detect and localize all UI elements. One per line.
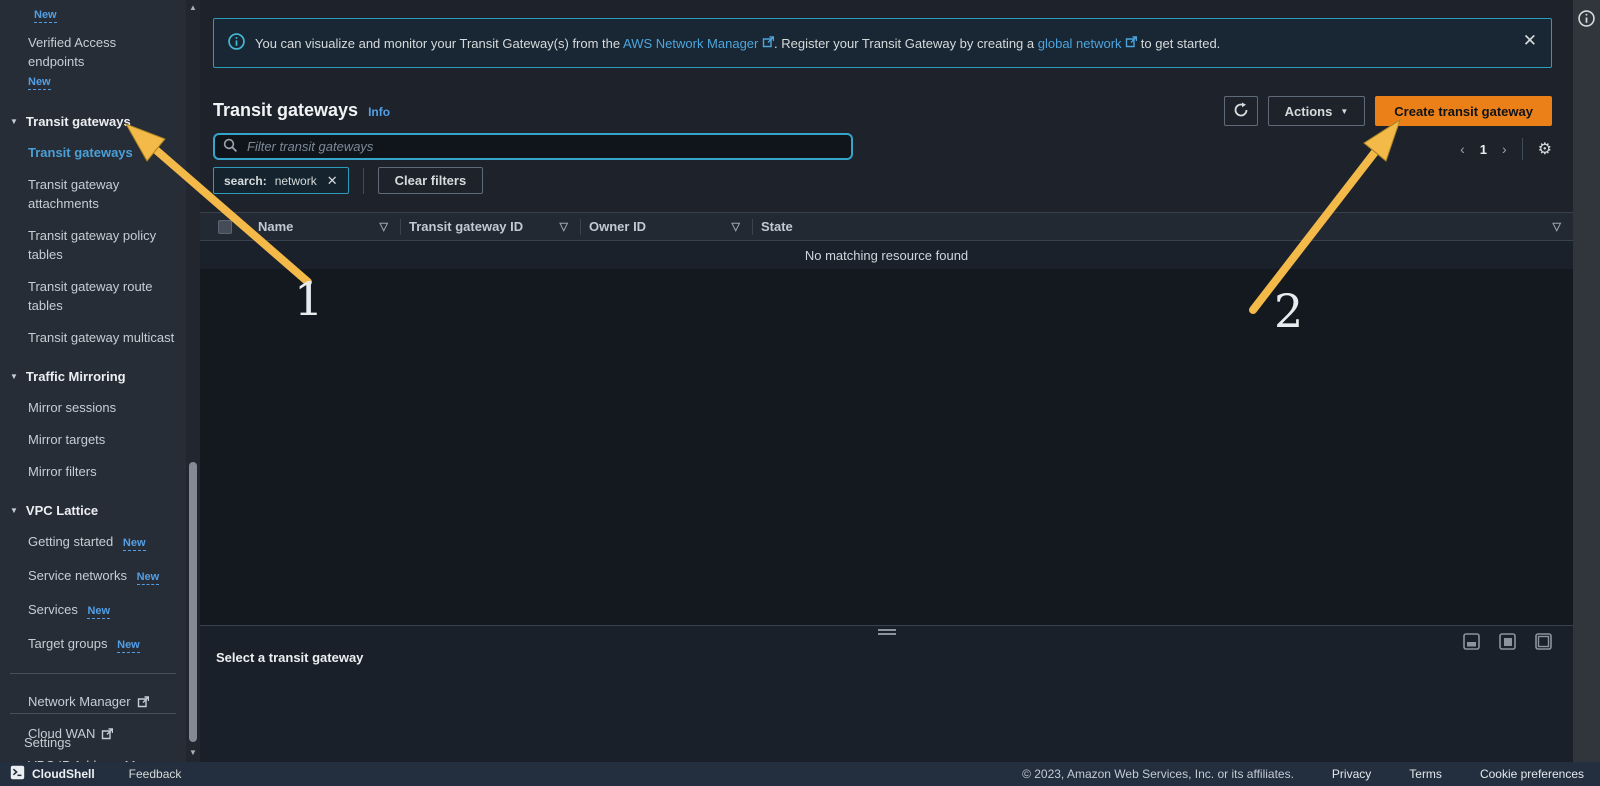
new-badge: New — [137, 571, 160, 585]
refresh-button[interactable] — [1224, 96, 1258, 126]
cloudshell-button[interactable]: CloudShell — [10, 765, 95, 783]
header-actions: Actions ▼ Create transit gateway — [1224, 96, 1552, 126]
scroll-down-icon[interactable]: ▼ — [186, 748, 200, 757]
transit-gateways-table: Name ▽ Transit gateway ID ▽ Owner ID ▽ S… — [200, 212, 1573, 625]
sidebar-item-transit-gateway-multicast[interactable]: Transit gateway multicast — [0, 328, 186, 347]
help-rail — [1573, 0, 1600, 762]
aws-network-manager-link[interactable]: AWS Network Manager — [623, 36, 758, 51]
scroll-up-icon[interactable]: ▲ — [186, 3, 200, 12]
main-content: You can visualize and monitor your Trans… — [200, 0, 1573, 762]
remove-filter-icon[interactable]: ✕ — [325, 173, 338, 189]
filter-chip-row: search: network ✕ Clear filters — [213, 167, 483, 194]
external-link-icon — [101, 728, 113, 740]
panel-layout-bottom-icon[interactable] — [1463, 633, 1480, 653]
column-header-state[interactable]: State ▽ — [753, 213, 1573, 240]
cookie-preferences-link[interactable]: Cookie preferences — [1480, 767, 1584, 781]
new-badge: New — [117, 639, 140, 653]
sidebar-link-network-manager[interactable]: Network Manager — [0, 692, 186, 711]
feedback-link[interactable]: Feedback — [129, 767, 182, 781]
actions-button[interactable]: Actions ▼ — [1268, 96, 1366, 126]
panel-resize-handle[interactable] — [878, 629, 896, 637]
external-link-icon — [762, 36, 774, 51]
select-all-cell — [200, 213, 250, 240]
column-header-name[interactable]: Name ▽ — [250, 213, 400, 240]
settings-gear-icon[interactable]: ⚙ — [1538, 139, 1552, 159]
clear-filters-button[interactable]: Clear filters — [378, 167, 484, 194]
sidebar-item-settings[interactable]: Settings — [24, 735, 71, 750]
external-link-icon — [1125, 36, 1137, 51]
new-badge: New — [123, 537, 146, 551]
pagination: ‹ 1 › ⚙ — [1460, 138, 1552, 160]
chevron-down-icon: ▼ — [1340, 107, 1348, 116]
sidebar-item-target-groups[interactable]: Target groups New — [0, 634, 186, 655]
filter-column-icon[interactable]: ▽ — [376, 220, 392, 233]
external-link-icon — [137, 696, 149, 708]
select-all-checkbox[interactable] — [218, 220, 232, 234]
scrollbar-thumb[interactable] — [189, 462, 197, 742]
sidebar-item-transit-gateways[interactable]: Transit gateways — [0, 143, 186, 162]
column-header-transit-gateway-id[interactable]: Transit gateway ID ▽ — [401, 213, 580, 240]
info-link[interactable]: Info — [368, 105, 390, 119]
column-header-owner-id[interactable]: Owner ID ▽ — [581, 213, 752, 240]
copyright-text: © 2023, Amazon Web Services, Inc. or its… — [1022, 767, 1294, 781]
new-badge: New — [87, 605, 110, 619]
section-caret-icon: ▼ — [10, 117, 18, 126]
section-caret-icon: ▼ — [10, 506, 18, 515]
sidebar-item-service-networks[interactable]: Service networks New — [0, 566, 186, 587]
detail-panel: Select a transit gateway — [200, 625, 1573, 762]
global-network-link[interactable]: global network — [1038, 36, 1122, 51]
search-icon — [223, 138, 238, 156]
cloudshell-terminal-icon — [10, 765, 25, 783]
new-badge: New — [28, 76, 51, 90]
filter-column-icon[interactable]: ▽ — [556, 220, 572, 233]
banner-text: You can visualize and monitor your Trans… — [255, 36, 1220, 51]
sidebar-section-vpc-lattice[interactable]: ▼ VPC Lattice — [0, 503, 186, 518]
next-page-icon[interactable]: › — [1502, 141, 1507, 157]
sidebar-item-transit-gateway-route-tables[interactable]: Transit gateway route tables — [0, 277, 186, 315]
sidebar-item-mirror-sessions[interactable]: Mirror sessions — [0, 398, 186, 417]
filter-search — [213, 133, 853, 160]
panel-layout-side-icon[interactable] — [1499, 633, 1516, 653]
filter-column-icon[interactable]: ▽ — [1549, 220, 1565, 233]
help-info-icon[interactable] — [1578, 10, 1595, 30]
sidebar-divider — [10, 673, 176, 674]
filter-transit-gateways-input[interactable] — [213, 133, 853, 160]
section-caret-icon: ▼ — [10, 372, 18, 381]
sidebar-section-transit-gateways[interactable]: ▼ Transit gateways — [0, 114, 186, 129]
sidebar-item-transit-gateway-policy-tables[interactable]: Transit gateway policy tables — [0, 226, 186, 264]
banner-close-icon[interactable]: ✕ — [1523, 31, 1537, 51]
previous-page-icon[interactable]: ‹ — [1460, 141, 1465, 157]
divider — [1522, 138, 1523, 160]
panel-layout-controls — [1463, 633, 1552, 653]
sidebar-item-transit-gateway-attachments[interactable]: Transit gateway attachments — [0, 175, 186, 213]
sidebar-overflow-new-badge: New — [0, 6, 186, 21]
sidebar-item-mirror-filters[interactable]: Mirror filters — [0, 462, 186, 481]
divider — [363, 168, 364, 194]
terms-link[interactable]: Terms — [1409, 767, 1442, 781]
sidebar-item-mirror-targets[interactable]: Mirror targets — [0, 430, 186, 449]
table-header-row: Name ▽ Transit gateway ID ▽ Owner ID ▽ S… — [200, 212, 1573, 241]
page-title: Transit gateways — [213, 100, 358, 121]
detail-panel-title: Select a transit gateway — [216, 650, 363, 665]
refresh-icon — [1233, 102, 1249, 121]
panel-layout-full-icon[interactable] — [1535, 633, 1552, 653]
console-footer: CloudShell Feedback © 2023, Amazon Web S… — [0, 762, 1600, 786]
sidebar-item-verified-access-endpoints[interactable]: Verified Access endpoints New — [0, 33, 186, 92]
page-header: Transit gateways Info — [213, 100, 390, 121]
sidebar-section-traffic-mirroring[interactable]: ▼ Traffic Mirroring — [0, 369, 186, 384]
sidebar-item-getting-started[interactable]: Getting started New — [0, 532, 186, 553]
info-icon — [228, 33, 245, 53]
vpc-sidebar: New Verified Access endpoints New ▼ Tran… — [0, 0, 186, 762]
sidebar-divider — [10, 713, 176, 714]
info-banner: You can visualize and monitor your Trans… — [213, 18, 1552, 68]
filter-column-icon[interactable]: ▽ — [728, 220, 744, 233]
sidebar-scrollbar[interactable]: ▲ ▼ — [186, 0, 200, 762]
sidebar-item-services[interactable]: Services New — [0, 600, 186, 621]
filter-chip-search-network[interactable]: search: network ✕ — [213, 167, 349, 194]
page-number[interactable]: 1 — [1480, 142, 1487, 157]
privacy-link[interactable]: Privacy — [1332, 767, 1371, 781]
create-transit-gateway-button[interactable]: Create transit gateway — [1375, 96, 1552, 126]
table-empty-state: No matching resource found — [200, 241, 1573, 269]
